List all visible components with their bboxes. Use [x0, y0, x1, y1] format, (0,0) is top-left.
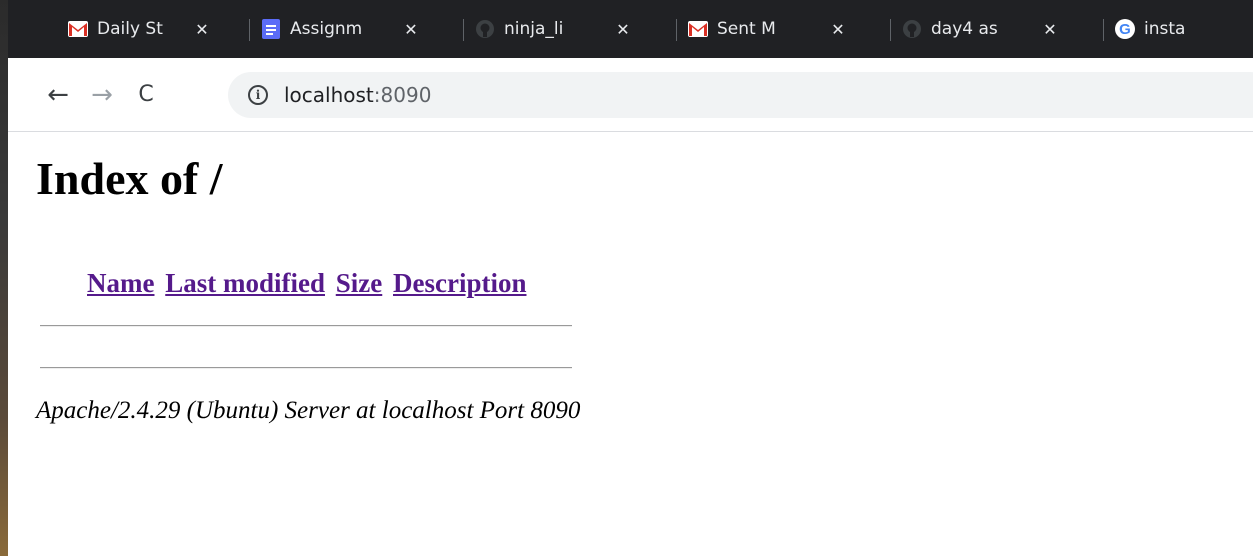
tab-title: ninja_li — [504, 19, 606, 39]
divider — [40, 367, 572, 369]
desktop-edge — [0, 0, 8, 556]
close-icon[interactable]: ✕ — [402, 20, 420, 39]
url-host: localhost — [284, 83, 374, 107]
tab-strip: Daily St ✕ Assignm ✕ ninja_li ✕ Sent M ✕ — [8, 0, 1253, 58]
tab-daily-standup[interactable]: Daily St ✕ — [56, 9, 249, 49]
tab-title: Assignm — [290, 19, 394, 39]
info-icon[interactable]: i — [248, 85, 268, 105]
sort-by-last-modified-link[interactable]: Last modified — [165, 268, 325, 298]
svg-text:G: G — [1119, 21, 1131, 38]
forward-button[interactable]: → — [80, 73, 124, 117]
browser-window: Daily St ✕ Assignm ✕ ninja_li ✕ Sent M ✕ — [8, 0, 1253, 556]
github-icon — [902, 19, 922, 39]
tab-title: insta — [1144, 19, 1214, 39]
gmail-icon — [688, 19, 708, 39]
close-icon[interactable]: ✕ — [1041, 20, 1059, 39]
close-icon[interactable]: ✕ — [193, 20, 211, 39]
reload-icon: C — [138, 82, 154, 107]
browser-toolbar: ← → C i localhost:8090 — [8, 58, 1253, 132]
tab-title: day4 as — [931, 19, 1033, 39]
listing-header: Name Last modified Size Description — [87, 268, 530, 299]
url-port: :8090 — [373, 83, 432, 107]
tab-day4[interactable]: day4 as ✕ — [890, 9, 1103, 49]
tab-sent-mail[interactable]: Sent M ✕ — [676, 9, 890, 49]
github-icon — [475, 19, 495, 39]
server-signature: Apache/2.4.29 (Ubuntu) Server at localho… — [36, 397, 581, 424]
divider — [40, 325, 572, 327]
sort-by-description-link[interactable]: Description — [393, 268, 526, 298]
address-bar[interactable]: i localhost:8090 — [228, 72, 1253, 118]
close-icon[interactable]: ✕ — [829, 20, 847, 39]
page-title: Index of / — [36, 153, 223, 204]
tab-title: Daily St — [97, 19, 185, 39]
google-icon: G — [1115, 19, 1135, 39]
tab-instagram[interactable]: G insta — [1103, 9, 1243, 49]
forward-arrow-icon: → — [91, 79, 113, 110]
close-icon[interactable]: ✕ — [614, 20, 632, 39]
sort-by-size-link[interactable]: Size — [336, 268, 383, 298]
sort-by-name-link[interactable]: Name — [87, 268, 154, 298]
tab-title: Sent M — [717, 19, 821, 39]
reload-button[interactable]: C — [124, 73, 168, 117]
gmail-icon — [68, 19, 88, 39]
back-button[interactable]: ← — [36, 73, 80, 117]
docs-icon — [261, 19, 281, 39]
page-content: Index of / Name Last modified Size Descr… — [8, 132, 1253, 556]
tab-ninja[interactable]: ninja_li ✕ — [463, 9, 676, 49]
back-arrow-icon: ← — [47, 79, 69, 110]
tab-assignment[interactable]: Assignm ✕ — [249, 9, 463, 49]
